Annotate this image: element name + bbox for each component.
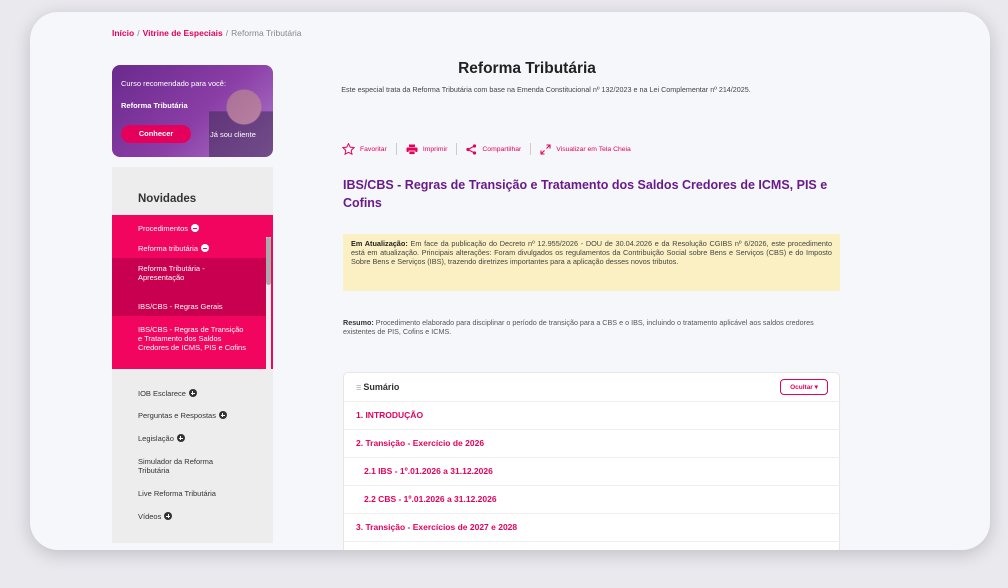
expand-icon bbox=[188, 389, 197, 397]
expand-icon bbox=[218, 411, 227, 419]
resumo-paragraph: Resumo: Procedimento elaborado para disc… bbox=[343, 318, 843, 336]
sidebar-item-iob-esclarece[interactable]: IOB Esclarece bbox=[138, 389, 197, 398]
sidebar-item-procedimentos[interactable]: Procedimentos bbox=[138, 224, 200, 233]
sidebar-item-videos[interactable]: Vídeos bbox=[138, 512, 173, 521]
sidebar-item-apresentacao[interactable]: Reforma Tributária - Apresentação bbox=[112, 258, 267, 296]
breadcrumb-current: Reforma Tributária bbox=[231, 28, 302, 38]
favoritar-button[interactable]: Favoritar bbox=[342, 143, 387, 155]
breadcrumb-home-link[interactable]: Início bbox=[112, 28, 134, 38]
compartilhar-button[interactable]: Compartilhar bbox=[466, 143, 522, 155]
expand-icon bbox=[164, 512, 173, 520]
sidebar-item-live[interactable]: Live Reforma Tributária bbox=[138, 489, 216, 498]
sidebar-item-label: Procedimentos bbox=[138, 224, 189, 233]
scrollbar-thumb[interactable] bbox=[266, 237, 271, 285]
summary-item[interactable]: 2.1 IBS - 1º.01.2026 a 31.12.2026 bbox=[344, 457, 841, 485]
sidebar-scrollbar[interactable] bbox=[266, 237, 271, 369]
list-icon: ☰ bbox=[356, 386, 362, 392]
summary-panel: ☰ Sumário Ocultar ▾ 1. INTRODUÇÃO 2. Tran… bbox=[343, 372, 841, 550]
sidebar-item-regras-gerais[interactable]: IBS/CBS - Regras Gerais bbox=[112, 296, 267, 316]
summary-divider bbox=[344, 541, 841, 550]
fullscreen-icon bbox=[540, 143, 551, 155]
summary-item[interactable]: 1. INTRODUÇÃO bbox=[344, 401, 841, 429]
sidebar-item-regras-transicao[interactable]: IBS/CBS - Regras de Transição e Tratamen… bbox=[138, 325, 248, 352]
star-icon bbox=[342, 143, 355, 155]
alert-label: Em Atualização: bbox=[351, 239, 408, 248]
tela-cheia-label: Visualizar em Tela Cheia bbox=[556, 145, 631, 153]
resumo-label: Resumo: bbox=[343, 318, 374, 327]
breadcrumb-separator: / bbox=[137, 28, 140, 38]
resumo-text: Procedimento elaborado para disciplinar … bbox=[343, 318, 814, 336]
breadcrumb-vitrine-link[interactable]: Vitrine de Especiais bbox=[143, 28, 223, 38]
page-subtitle: Este especial trata da Reforma Tributári… bbox=[341, 85, 751, 94]
course-promo-banner: Curso recomendado para você: Reforma Tri… bbox=[112, 65, 273, 157]
browser-frame: Início / Vitrine de Especiais / Reforma Trib… bbox=[30, 12, 990, 550]
collapse-icon bbox=[191, 224, 200, 232]
ja-sou-cliente-link[interactable]: Já sou cliente bbox=[210, 130, 256, 139]
breadcrumb: Início / Vitrine de Especiais / Reforma Trib… bbox=[112, 28, 302, 38]
sidebar-item-perguntas[interactable]: Perguntas e Respostas bbox=[138, 411, 227, 420]
promo-title: Reforma Tributária bbox=[121, 101, 188, 110]
chevron-down-icon: ▾ bbox=[814, 384, 818, 391]
instructor-photo bbox=[209, 79, 273, 157]
summary-item[interactable]: 2. Transição - Exercício de 2026 bbox=[344, 429, 841, 457]
sidebar-item-label: Reforma tributária bbox=[138, 244, 199, 253]
conhecer-button[interactable]: Conhecer bbox=[121, 125, 191, 143]
sidebar-item-label: Vídeos bbox=[138, 512, 162, 521]
summary-item[interactable]: 2.2 CBS - 1º.01.2026 a 31.12.2026 bbox=[344, 485, 841, 513]
sidebar-active-group: Procedimentos Reforma tributária Reforma… bbox=[112, 215, 273, 369]
compartilhar-label: Compartilhar bbox=[482, 145, 522, 153]
divider bbox=[530, 143, 532, 155]
sidebar-item-legislacao[interactable]: Legislação bbox=[138, 434, 185, 443]
sidebar-item-label: Perguntas e Respostas bbox=[138, 411, 216, 420]
summary-title-label: Sumário bbox=[363, 382, 400, 392]
alert-text: Em face da publicação do Decreto nº 12.9… bbox=[351, 239, 833, 266]
ocultar-button[interactable]: Ocultar ▾ bbox=[780, 379, 828, 395]
favoritar-label: Favoritar bbox=[360, 145, 387, 153]
imprimir-button[interactable]: Imprimir bbox=[406, 144, 448, 155]
summary-title: ☰ Sumário bbox=[356, 382, 399, 392]
sidebar-item-label: IOB Esclarece bbox=[138, 389, 186, 398]
expand-icon bbox=[176, 434, 185, 442]
breadcrumb-separator: / bbox=[225, 28, 229, 38]
sidebar-item-simulador[interactable]: Simulador da Reforma Tributária bbox=[138, 457, 238, 475]
ocultar-label: Ocultar bbox=[790, 384, 813, 391]
page-title: Reforma Tributária bbox=[458, 60, 596, 77]
update-alert: Em Atualização: Em face da publicação do… bbox=[343, 234, 840, 291]
summary-item[interactable]: 3. Transição - Exercícios de 2027 e 2028 bbox=[344, 513, 841, 541]
sidebar-nav: Novidades Procedimentos Reforma tributár… bbox=[112, 167, 273, 543]
share-icon bbox=[466, 143, 477, 155]
printer-icon bbox=[406, 144, 418, 155]
sidebar-item-reforma[interactable]: Reforma tributária bbox=[138, 244, 210, 253]
tela-cheia-button[interactable]: Visualizar em Tela Cheia bbox=[540, 143, 631, 155]
article-heading: IBS/CBS - Regras de Transição e Tratamen… bbox=[343, 178, 828, 210]
sidebar-item-label: Legislação bbox=[138, 434, 174, 443]
divider bbox=[456, 143, 458, 155]
imprimir-label: Imprimir bbox=[422, 145, 448, 153]
divider bbox=[395, 143, 397, 155]
collapse-icon bbox=[201, 244, 210, 252]
action-bar: Favoritar Imprimir Compartilhar Visualiz… bbox=[342, 143, 631, 155]
sidebar-heading: Novidades bbox=[138, 193, 197, 205]
promo-label: Curso recomendado para você: bbox=[121, 79, 227, 88]
